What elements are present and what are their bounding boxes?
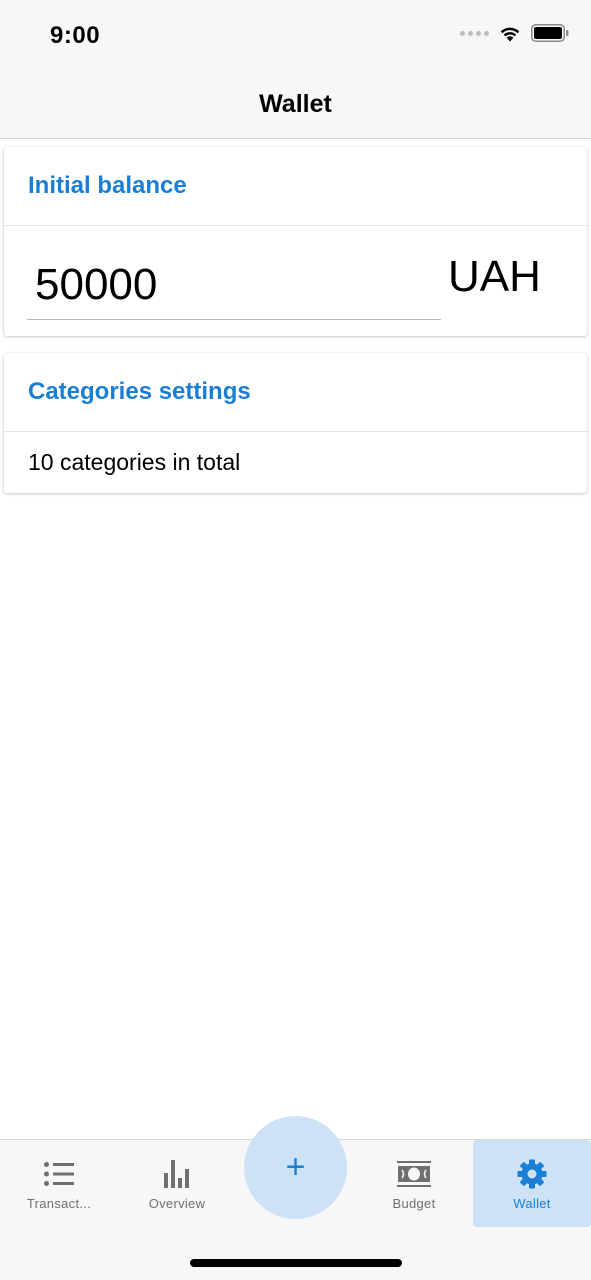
categories-settings-card[interactable]: Categories settings 10 categories in tot… xyxy=(4,353,587,493)
banknote-icon xyxy=(397,1161,431,1187)
tab-budget-label: Budget xyxy=(392,1196,436,1211)
gear-icon xyxy=(517,1159,547,1189)
status-time: 9:00 xyxy=(50,22,101,49)
tab-overview[interactable]: Overview xyxy=(118,1140,236,1227)
status-icons xyxy=(460,24,569,42)
navigation-header: Wallet xyxy=(0,70,591,139)
categories-settings-title: Categories settings xyxy=(28,378,251,405)
bar-chart-icon xyxy=(164,1160,189,1188)
initial-balance-card: Initial balance UAH xyxy=(4,147,587,336)
cellular-signal-icon xyxy=(460,30,489,36)
initial-balance-header: Initial balance xyxy=(4,147,587,226)
categories-settings-header: Categories settings xyxy=(4,353,587,432)
add-transaction-button[interactable]: + xyxy=(244,1116,347,1219)
tab-overview-label: Overview xyxy=(148,1196,206,1211)
page-title: Wallet xyxy=(259,89,332,118)
initial-balance-title: Initial balance xyxy=(28,172,187,199)
tab-transactions[interactable]: Transact... xyxy=(0,1140,118,1227)
plus-icon: + xyxy=(285,1148,306,1186)
initial-balance-input[interactable] xyxy=(27,250,441,320)
wifi-icon xyxy=(500,27,520,41)
tab-wallet[interactable]: Wallet xyxy=(473,1140,591,1227)
wallet-screen: 9:00 Wallet Initial balance 50000 UAH Ca… xyxy=(0,0,591,1280)
status-bar: 9:00 xyxy=(0,0,591,70)
battery-icon xyxy=(531,24,569,42)
categories-summary-text: 10 categories in total xyxy=(28,448,241,475)
currency-label: UAH xyxy=(448,252,541,301)
home-indicator xyxy=(190,1259,402,1267)
categories-summary-row[interactable]: 10 categories in total xyxy=(4,432,587,492)
tab-wallet-label: Wallet xyxy=(513,1196,551,1211)
tab-budget[interactable]: Budget xyxy=(355,1140,473,1227)
tab-transactions-label: Transact... xyxy=(26,1196,92,1211)
list-icon xyxy=(44,1162,74,1186)
balance-row: UAH xyxy=(4,226,587,336)
